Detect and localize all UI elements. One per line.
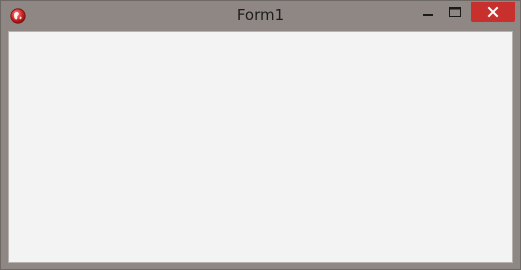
maximize-button[interactable] [442,2,469,22]
title-bar[interactable]: Form1 [1,1,520,30]
form1-window: Form1 [0,0,521,270]
minimize-button[interactable] [414,2,441,22]
close-button[interactable] [471,2,515,22]
form-client-area[interactable] [8,31,513,263]
